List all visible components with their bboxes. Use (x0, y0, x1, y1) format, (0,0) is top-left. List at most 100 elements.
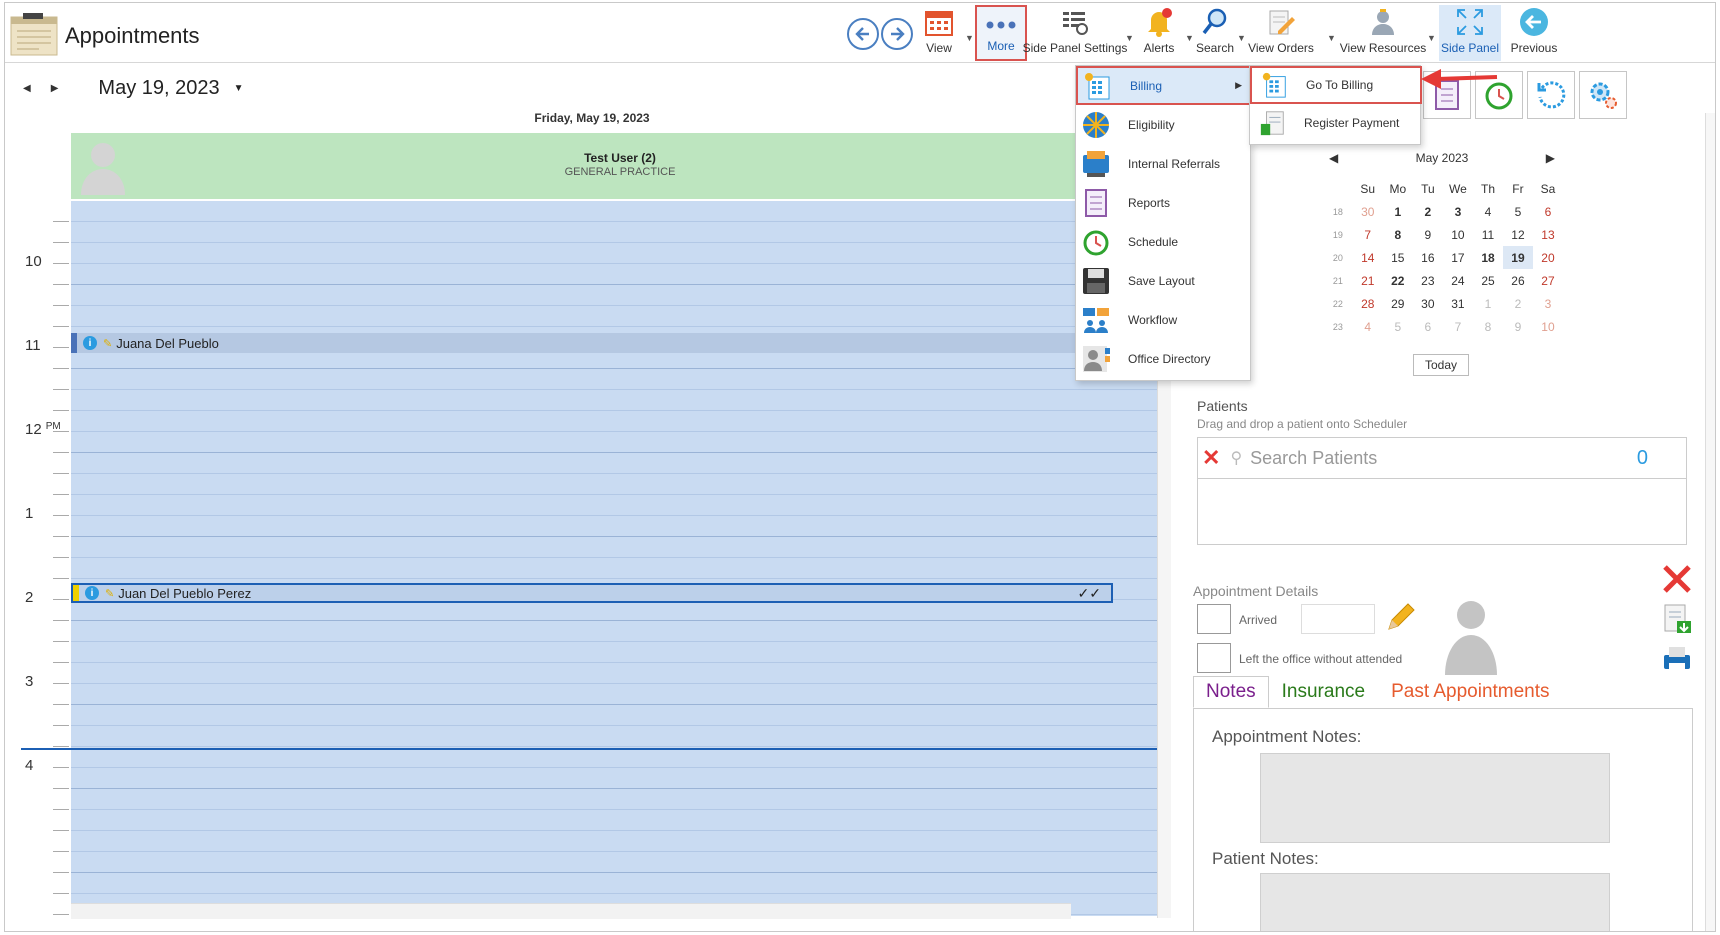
alerts-caret[interactable]: ▼ (1185, 33, 1194, 43)
time-slot[interactable] (71, 852, 1169, 873)
menu-item-billing[interactable]: Billing ▶ (1076, 66, 1252, 105)
next-day-arrow-icon[interactable]: ▶ (51, 83, 59, 94)
time-slot[interactable] (71, 789, 1169, 810)
search-caret[interactable]: ▼ (1237, 33, 1246, 43)
left-without-attended-checkbox[interactable] (1197, 643, 1231, 673)
calendar-day[interactable]: 6 (1413, 315, 1443, 338)
calendar-day[interactable]: 16 (1413, 246, 1443, 269)
time-slot[interactable] (71, 369, 1169, 390)
calendar-day[interactable]: 5 (1383, 315, 1413, 338)
view-resources-button[interactable]: View Resources (1340, 5, 1426, 61)
prev-month-arrow-icon[interactable]: ◀ (1329, 151, 1338, 165)
time-slot[interactable] (71, 495, 1169, 516)
calendar-day[interactable]: 27 (1533, 269, 1563, 292)
time-slot[interactable] (71, 411, 1169, 432)
calendar-day[interactable]: 19 (1502, 246, 1533, 269)
arrived-checkbox[interactable] (1197, 604, 1231, 634)
calendar-day[interactable]: 5 (1503, 200, 1533, 223)
submenu-item-go-to-billing[interactable]: Go To Billing (1250, 66, 1422, 104)
side-panel-button[interactable]: Side Panel (1439, 5, 1501, 61)
calendar-day[interactable]: 14 (1353, 246, 1383, 269)
previous-button[interactable]: Previous (1509, 5, 1559, 61)
view-button[interactable]: View (919, 5, 959, 61)
edit-pencil-icon[interactable] (1383, 601, 1417, 635)
calendar-day[interactable]: 7 (1443, 315, 1473, 338)
info-icon[interactable]: i (85, 586, 99, 600)
time-slot[interactable] (71, 642, 1169, 663)
time-slot[interactable] (71, 285, 1169, 306)
time-slot[interactable] (71, 705, 1169, 726)
view-orders-button[interactable]: View Orders (1248, 5, 1314, 61)
time-slot[interactable] (71, 684, 1169, 705)
calendar-day[interactable]: 30 (1413, 292, 1443, 315)
search-button[interactable]: Search (1195, 5, 1235, 61)
delete-appointment-icon[interactable] (1661, 563, 1693, 595)
calendar-day[interactable]: 21 (1353, 269, 1383, 292)
time-slot[interactable] (71, 537, 1169, 558)
time-slot[interactable] (71, 453, 1169, 474)
refresh-quick-button[interactable] (1527, 71, 1575, 119)
menu-item-office-directory[interactable]: Office Directory (1076, 339, 1252, 378)
today-button[interactable]: Today (1413, 354, 1469, 376)
time-slot[interactable] (71, 663, 1169, 684)
time-slot[interactable] (71, 873, 1169, 894)
calendar-day[interactable]: 29 (1383, 292, 1413, 315)
time-slot[interactable] (71, 600, 1169, 621)
appointment-juan[interactable]: i ✎ Juan Del Pueblo Perez ✓✓ (71, 583, 1113, 603)
time-slot[interactable] (71, 810, 1169, 831)
info-icon[interactable]: i (83, 336, 97, 350)
calendar-day[interactable]: 12 (1503, 223, 1533, 246)
calendar-day[interactable]: 4 (1353, 315, 1383, 338)
calendar-day[interactable]: 1 (1383, 200, 1413, 223)
patient-notes-field[interactable] (1260, 873, 1610, 931)
menu-item-eligibility[interactable]: Eligibility (1076, 105, 1252, 144)
patient-results-list[interactable] (1197, 479, 1687, 545)
time-slot[interactable] (71, 831, 1169, 852)
calendar-day[interactable]: 30 (1353, 200, 1383, 223)
current-date[interactable]: May 19, 2023 (98, 77, 219, 100)
calendar-day[interactable]: 2 (1503, 292, 1533, 315)
export-document-icon[interactable] (1661, 603, 1693, 635)
time-slot[interactable] (71, 621, 1169, 642)
calendar-day[interactable]: 15 (1383, 246, 1413, 269)
side-panel-settings-button[interactable]: Side Panel Settings (1023, 5, 1127, 61)
menu-item-internal-referrals[interactable]: Internal Referrals (1076, 144, 1252, 183)
forward-arrow-button[interactable] (881, 18, 913, 50)
calendar-day[interactable]: 8 (1473, 315, 1503, 338)
calendar-day[interactable]: 18 (1473, 246, 1503, 269)
alerts-button[interactable]: Alerts (1137, 5, 1181, 61)
view-dropdown-caret[interactable]: ▼ (965, 33, 974, 43)
side-panel-settings-caret[interactable]: ▼ (1125, 33, 1134, 43)
calendar-day[interactable]: 1 (1473, 292, 1503, 315)
calendar-day[interactable]: 25 (1473, 269, 1503, 292)
calendar-day[interactable]: 17 (1443, 246, 1473, 269)
view-resources-caret[interactable]: ▼ (1427, 33, 1436, 43)
menu-item-schedule[interactable]: Schedule (1076, 222, 1252, 261)
date-dropdown-caret-icon[interactable]: ▼ (234, 83, 244, 94)
calendar-day[interactable]: 31 (1443, 292, 1473, 315)
settings-quick-button[interactable] (1579, 71, 1627, 119)
calendar-day[interactable]: 2 (1413, 200, 1443, 223)
calendar-day[interactable]: 3 (1443, 200, 1473, 223)
calendar-day[interactable]: 7 (1353, 223, 1383, 246)
view-orders-caret[interactable]: ▼ (1327, 33, 1336, 43)
calendar-day[interactable]: 9 (1413, 223, 1443, 246)
tab-past-appointments[interactable]: Past Appointments (1378, 676, 1562, 708)
more-button[interactable]: More (975, 5, 1027, 61)
calendar-day[interactable]: 3 (1533, 292, 1563, 315)
calendar-day[interactable]: 28 (1353, 292, 1383, 315)
next-month-arrow-icon[interactable]: ▶ (1546, 151, 1555, 165)
arrived-time-field[interactable] (1301, 604, 1375, 634)
time-slot[interactable] (71, 768, 1169, 789)
calendar-day[interactable]: 10 (1533, 315, 1563, 338)
side-panel-scrollbar[interactable] (1705, 113, 1715, 931)
calendar-day[interactable]: 11 (1473, 223, 1503, 246)
patient-search-input[interactable]: Search Patients (1250, 448, 1377, 469)
time-slot[interactable] (71, 243, 1169, 264)
tab-insurance[interactable]: Insurance (1269, 676, 1378, 708)
time-slot[interactable] (71, 726, 1169, 747)
time-slot[interactable] (71, 432, 1169, 453)
calendar-day[interactable]: 26 (1503, 269, 1533, 292)
calendar-day[interactable]: 22 (1383, 269, 1413, 292)
calendar-day[interactable]: 24 (1443, 269, 1473, 292)
